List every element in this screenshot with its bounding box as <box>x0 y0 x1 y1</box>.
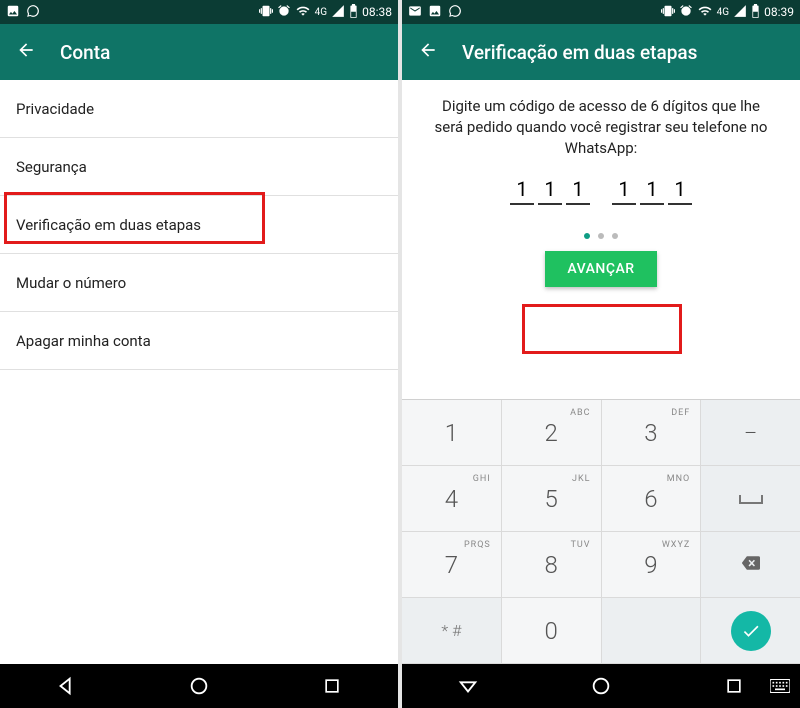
dot-active <box>584 233 590 239</box>
list-item-seguranca[interactable]: Segurança <box>0 138 398 196</box>
pin-input[interactable]: 1 1 1 1 1 1 <box>402 177 800 205</box>
dot <box>598 233 604 239</box>
key-7[interactable]: PRQS7 <box>402 532 502 598</box>
avancar-button[interactable]: AVANÇAR <box>545 251 656 287</box>
app-bar: Verificação em duas etapas <box>402 24 800 80</box>
status-bar: 4G 08:39 <box>402 0 800 24</box>
dot <box>612 233 618 239</box>
pin-digit: 1 <box>640 177 664 205</box>
back-arrow-icon[interactable] <box>16 40 36 64</box>
nav-bar <box>0 664 398 708</box>
key-0[interactable]: 0 <box>502 598 602 664</box>
wifi-icon <box>295 4 311 21</box>
list-item-mudar-numero[interactable]: Mudar o número <box>0 254 398 312</box>
key-enter[interactable] <box>701 598 800 664</box>
settings-list: Privacidade Segurança Verificação em dua… <box>0 80 398 664</box>
gmail-icon <box>408 4 422 21</box>
key-dash[interactable]: – <box>701 400 800 466</box>
key-empty <box>602 598 702 664</box>
nav-keyboard-icon[interactable] <box>768 674 792 698</box>
nav-recent-icon[interactable] <box>320 674 344 698</box>
picture-icon <box>428 4 442 21</box>
key-1[interactable]: 1 <box>402 400 502 466</box>
pin-digit: 1 <box>510 177 534 205</box>
page-title: Conta <box>60 41 110 64</box>
app-bar: Conta <box>0 24 398 80</box>
key-backspace[interactable] <box>701 532 800 598</box>
vibrate-icon <box>259 4 273 21</box>
pin-digit: 1 <box>612 177 636 205</box>
network-label: 4G <box>717 7 729 18</box>
phone-left: 4G 08:38 Conta Privacidade Segurança Ver… <box>0 0 398 708</box>
signal-icon <box>733 4 747 21</box>
nav-down-icon[interactable] <box>456 674 480 698</box>
clock-label: 08:38 <box>362 5 392 19</box>
alarm-icon <box>679 4 693 21</box>
page-title: Verificação em duas etapas <box>462 41 697 64</box>
nav-recent-icon[interactable] <box>722 674 746 698</box>
key-9[interactable]: WXYZ9 <box>602 532 702 598</box>
key-space[interactable] <box>701 466 800 532</box>
wifi-icon <box>697 4 713 21</box>
nav-bar <box>402 664 800 708</box>
key-3[interactable]: DEF3 <box>602 400 702 466</box>
backspace-icon <box>738 554 764 576</box>
list-item-apagar-conta[interactable]: Apagar minha conta <box>0 312 398 370</box>
check-fab <box>731 611 771 651</box>
network-label: 4G <box>315 7 327 18</box>
nav-home-icon[interactable] <box>589 674 613 698</box>
progress-dots <box>402 233 800 239</box>
nav-home-icon[interactable] <box>187 674 211 698</box>
key-6[interactable]: MNO6 <box>602 466 702 532</box>
key-8[interactable]: TUV8 <box>502 532 602 598</box>
alarm-icon <box>277 4 291 21</box>
instruction-text: Digite um código de acesso de 6 dígitos … <box>402 80 800 167</box>
signal-icon <box>331 4 345 21</box>
battery-icon <box>349 4 358 21</box>
pin-digit: 1 <box>566 177 590 205</box>
list-item-verificacao[interactable]: Verificação em duas etapas <box>0 196 398 254</box>
key-4[interactable]: GHI4 <box>402 466 502 532</box>
whatsapp-icon <box>448 4 462 21</box>
list-item-privacidade[interactable]: Privacidade <box>0 80 398 138</box>
numeric-keyboard: 1 ABC2 DEF3 – GHI4 JKL5 MNO6 PRQS7 TUV8 … <box>402 399 800 664</box>
whatsapp-icon <box>26 4 40 21</box>
key-2[interactable]: ABC2 <box>502 400 602 466</box>
vibrate-icon <box>661 4 675 21</box>
picture-icon <box>6 4 20 21</box>
status-bar: 4G 08:38 <box>0 0 398 24</box>
nav-back-icon[interactable] <box>54 674 78 698</box>
battery-icon <box>751 4 760 21</box>
key-star-hash[interactable]: * # <box>402 598 502 664</box>
key-5[interactable]: JKL5 <box>502 466 602 532</box>
clock-label: 08:39 <box>764 5 794 19</box>
pin-digit: 1 <box>668 177 692 205</box>
pin-digit: 1 <box>538 177 562 205</box>
back-arrow-icon[interactable] <box>418 40 438 64</box>
phone-right: 4G 08:39 Verificação em duas etapas Digi… <box>402 0 800 708</box>
